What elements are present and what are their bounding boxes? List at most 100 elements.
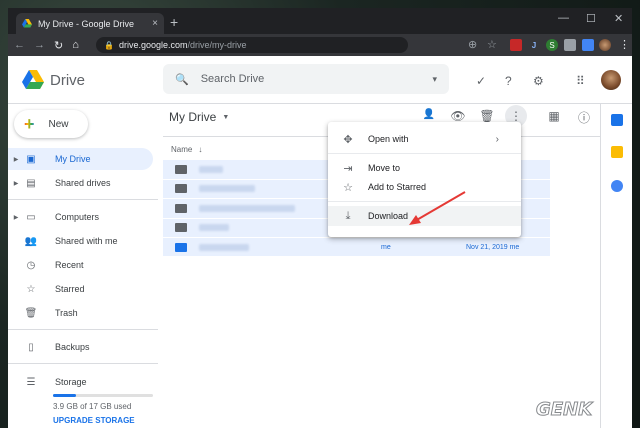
chevron-down-icon: ▼ (222, 113, 230, 121)
genk-watermark: GENK (536, 399, 595, 420)
sidebar-item-storage[interactable]: ☰ Storage (8, 371, 153, 393)
help-icon[interactable]: ? (505, 74, 512, 88)
add-bookmark-icon[interactable]: ⊕ (468, 38, 477, 51)
storage-progress-fill (53, 394, 76, 397)
menu-item-label: Move to (368, 163, 401, 173)
menu-divider (328, 153, 521, 154)
minimize-icon[interactable]: — (558, 12, 569, 24)
sidebar-item-shared-with-me[interactable]: 👥 Shared with me (8, 230, 153, 252)
reload-icon[interactable]: ↻ (54, 39, 63, 52)
extension-red-icon[interactable] (510, 39, 522, 51)
folder-icon (175, 164, 187, 174)
page-title: My Drive (169, 110, 217, 124)
back-icon[interactable]: ← (14, 39, 25, 51)
sidebar-item-starred[interactable]: ☆ Starred (8, 278, 153, 300)
preview-icon[interactable]: 👁 (450, 109, 466, 123)
sidebar-item-my-drive[interactable]: ▶ ▣ My Drive (8, 148, 153, 170)
modified-cell: Nov 21, 2019 me (466, 243, 520, 251)
home-icon[interactable]: ⌂ (72, 39, 79, 51)
trash-icon: 🗑 (24, 307, 38, 319)
clock-icon: ◷ (26, 259, 36, 271)
browser-menu-icon[interactable]: ⋮ (619, 38, 630, 51)
owner-cell: me (381, 243, 391, 251)
sidebar-divider (8, 363, 158, 364)
open-with-icon: ✥ (343, 133, 353, 146)
sidebar-divider (8, 199, 158, 200)
search-icon[interactable]: 🔍 (175, 73, 189, 86)
sidebar-item-computers[interactable]: ▶ ▭ Computers (8, 206, 153, 228)
computers-icon: ▭ (26, 211, 36, 223)
menu-item-open-with[interactable]: ✥ Open with › (328, 129, 521, 149)
keep-icon[interactable] (611, 146, 623, 158)
search-options-icon[interactable]: ▾ (432, 74, 437, 85)
forward-icon[interactable]: → (34, 39, 45, 51)
sidebar-item-backups[interactable]: ▯ Backups (8, 336, 153, 358)
url-path: /drive/my-drive (187, 40, 247, 50)
move-to-icon: ⇥ (343, 162, 353, 175)
tasks-icon[interactable] (611, 180, 623, 192)
upgrade-storage-link[interactable]: UPGRADE STORAGE (53, 416, 135, 425)
column-name-header[interactable]: Name (171, 145, 192, 154)
extension-blue-icon[interactable] (582, 39, 594, 51)
ready-offline-icon[interactable]: ✓ (476, 74, 486, 88)
sidebar-item-shared-drives[interactable]: ▶ ▤ Shared drives (8, 172, 153, 194)
expand-arrow-icon[interactable]: ▶ (8, 156, 24, 163)
account-avatar[interactable] (601, 70, 621, 90)
backup-icon: ▯ (28, 341, 34, 353)
grid-view-icon[interactable]: ▦ (546, 109, 562, 123)
extension-j-icon[interactable]: J (528, 39, 540, 51)
file-name-blurred (199, 165, 223, 173)
extension-s-icon[interactable]: S (546, 39, 558, 51)
svg-text:GENK: GENK (536, 399, 594, 419)
sort-arrow-icon[interactable]: ↓ (198, 145, 202, 154)
star-bookmark-icon[interactable]: ☆ (487, 38, 497, 51)
expand-arrow-icon[interactable]: ▶ (8, 180, 24, 187)
storage-usage-text: 3.9 GB of 17 GB used (53, 402, 132, 411)
menu-item-move-to[interactable]: ⇥ Move to (328, 158, 521, 178)
maximize-icon[interactable]: ☐ (586, 12, 596, 25)
folder-icon (175, 203, 187, 213)
chevron-right-icon: › (495, 133, 499, 145)
sidebar-item-label: Starred (55, 284, 85, 294)
drive-favicon-icon (22, 19, 32, 28)
tab-bar: My Drive - Google Drive × + — ☐ ✕ (8, 8, 632, 34)
sidebar-item-label: Recent (55, 260, 84, 270)
apps-grid-icon[interactable]: ⠿ (576, 74, 585, 88)
brand-name: Drive (50, 72, 86, 89)
table-row[interactable]: me Nov 21, 2019 me (163, 238, 550, 258)
settings-icon[interactable]: ⚙ (533, 74, 544, 88)
search-input[interactable]: Search Drive (201, 73, 421, 85)
lock-icon: 🔒 (104, 40, 114, 50)
menu-item-label: Download (368, 211, 409, 221)
profile-avatar-icon[interactable] (599, 39, 611, 51)
expand-arrow-icon[interactable]: ▶ (8, 214, 24, 221)
calendar-icon[interactable] (611, 114, 623, 126)
sidebar-divider (8, 329, 158, 330)
star-icon: ☆ (343, 181, 353, 194)
info-icon[interactable]: ⓘ (576, 109, 592, 126)
breadcrumb[interactable]: My Drive ▼ (169, 110, 229, 124)
plus-icon: + (24, 114, 35, 134)
new-button[interactable]: + New (14, 110, 88, 138)
sidebar-item-label: Storage (55, 377, 87, 387)
drive-logo-icon[interactable] (22, 70, 44, 90)
trash-toolbar-icon[interactable]: 🗑 (479, 109, 495, 123)
omnibox[interactable]: 🔒 drive.google.com/drive/my-drive (96, 37, 408, 53)
file-name-blurred (199, 224, 229, 232)
tab-close-icon[interactable]: × (152, 18, 158, 29)
sidebar-item-trash[interactable]: 🗑 Trash (8, 302, 153, 324)
folder-icon (175, 223, 187, 233)
window-close-icon[interactable]: ✕ (614, 12, 623, 25)
search-box[interactable]: 🔍 Search Drive ▾ (163, 64, 449, 94)
drive-header: Drive 🔍 Search Drive ▾ ✓ ? ⚙ ⠿ (8, 56, 632, 104)
annotation-arrow-icon (409, 191, 466, 225)
extension-gray-icon[interactable] (564, 39, 576, 51)
sidebar-item-label: Shared with me (55, 236, 118, 246)
folder-icon (175, 184, 187, 194)
sidebar-item-recent[interactable]: ◷ Recent (8, 254, 153, 276)
new-button-label: New (48, 118, 69, 130)
sidebar-item-label: Shared drives (55, 178, 111, 188)
shared-drives-icon: ▤ (26, 177, 36, 189)
browser-tab[interactable]: My Drive - Google Drive × (16, 13, 164, 34)
new-tab-icon[interactable]: + (170, 14, 178, 30)
